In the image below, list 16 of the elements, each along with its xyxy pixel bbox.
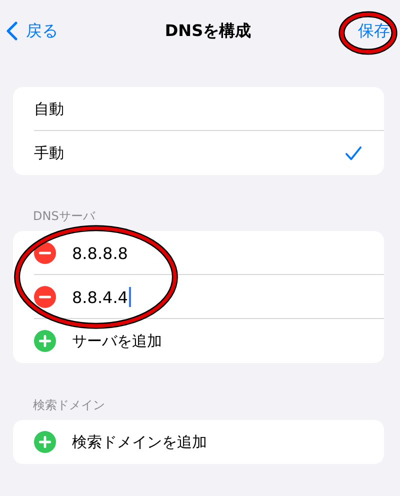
section-header: DNSサーバ [33,208,96,225]
add-domain-link[interactable]: 検索ドメインを追加 [72,432,207,452]
checkmark-icon [345,146,362,160]
chevron-left-icon [6,21,18,41]
mode-option[interactable]: 手動 [13,131,384,175]
remove-icon[interactable] [34,242,56,264]
server-address-field[interactable]: 8.8.4.4 [72,287,131,307]
annotation-ellipse [338,11,398,55]
back-button[interactable]: 戻る [6,20,58,42]
screen-title: DNSを構成 [164,20,252,42]
section-header: 検索ドメイン [33,397,106,414]
server-address-field[interactable]: 8.8.8.8 [72,244,128,262]
option-label: 手動 [34,144,64,162]
add-server-link[interactable]: サーバを追加 [72,332,162,350]
mode-option[interactable]: 自動 [13,87,384,131]
option-label: 自動 [34,100,64,118]
